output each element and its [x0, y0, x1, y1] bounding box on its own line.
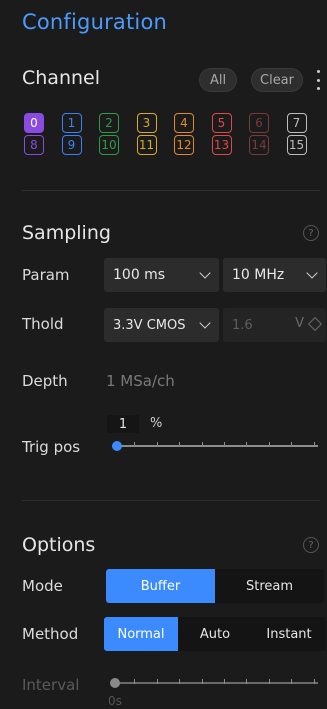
slider-tick [157, 679, 158, 684]
method-segmented-control: Normal Auto Instant [104, 617, 326, 651]
slider-tick [179, 442, 180, 447]
trigger-position-input[interactable]: 1 [107, 415, 139, 433]
slider-tick [246, 442, 247, 447]
clear-button[interactable]: Clear [251, 68, 303, 92]
trigger-position-unit: % [150, 416, 163, 431]
option-buffer[interactable]: Buffer [106, 569, 215, 603]
slider-tick [202, 679, 203, 684]
channel-chip-7[interactable]: 7 [286, 113, 307, 133]
option-instant[interactable]: Instant [252, 617, 326, 651]
duration-value: 100 ms [113, 267, 166, 283]
sampling-section-title: Sampling [22, 222, 111, 244]
interval-slider[interactable] [110, 677, 318, 689]
select-all-button[interactable]: All [199, 68, 237, 92]
slider-tick [314, 679, 315, 684]
slider-tick [269, 442, 270, 447]
depth-value: 1 MSa/ch [106, 372, 175, 390]
channel-chip-8[interactable]: 8 [24, 135, 44, 155]
chevron-down-icon [199, 267, 211, 279]
channel-chip-9[interactable]: 9 [61, 135, 82, 155]
divider [22, 190, 320, 191]
duration-select[interactable]: 100 ms [104, 258, 219, 292]
slider-tick [134, 442, 135, 447]
more-options-icon[interactable] [314, 70, 322, 90]
slider-handle[interactable] [110, 678, 120, 688]
threshold-voltage-input[interactable]: 1.6 V [223, 308, 326, 342]
slider-handle[interactable] [112, 441, 123, 451]
options-section-title: Options [22, 534, 96, 556]
threshold-unit: V [295, 316, 304, 331]
option-auto[interactable]: Auto [178, 617, 252, 651]
channel-chip-11[interactable]: 11 [136, 135, 157, 155]
slider-tick [202, 442, 203, 447]
channel-chip-15[interactable]: 15 [286, 135, 307, 155]
help-icon[interactable]: ? [303, 537, 319, 553]
option-normal[interactable]: Normal [104, 617, 178, 651]
slider-tick [224, 679, 225, 684]
slider-tick [179, 679, 180, 684]
channel-chip-0[interactable]: 0 [24, 113, 44, 133]
channel-section-title: Channel [22, 67, 101, 89]
channel-chip-13[interactable]: 13 [211, 135, 232, 155]
slider-tick [314, 442, 315, 447]
chevron-down-icon [306, 267, 318, 279]
option-stream[interactable]: Stream [215, 569, 324, 603]
interval-label: Interval [22, 676, 80, 694]
slider-track [112, 445, 318, 447]
slider-tick [291, 679, 292, 684]
channel-chip-2[interactable]: 2 [99, 113, 119, 133]
interval-tick-label: 0s [108, 694, 122, 708]
param-label: Param [22, 266, 70, 284]
threshold-voltage-value: 1.6 [232, 317, 253, 333]
channel-chip-12[interactable]: 12 [174, 135, 194, 155]
channel-chip-3[interactable]: 3 [136, 113, 157, 133]
sample-rate-select[interactable]: 10 MHz [223, 258, 326, 292]
channel-chip-1[interactable]: 1 [61, 113, 82, 133]
slider-tick [246, 679, 247, 684]
mode-segmented-control: Buffer Stream [106, 569, 324, 603]
channel-chip-14[interactable]: 14 [249, 135, 269, 155]
slider-tick [269, 679, 270, 684]
slider-tick [224, 442, 225, 447]
thold-label: Thold [22, 315, 64, 333]
trigger-position-slider[interactable] [112, 440, 318, 452]
chevron-down-icon [199, 317, 211, 329]
threshold-select[interactable]: 3.3V CMOS [104, 308, 219, 342]
slider-tick [291, 442, 292, 447]
trig-pos-label: Trig pos [22, 438, 81, 456]
method-label: Method [22, 625, 79, 643]
channel-chip-5[interactable]: 5 [211, 113, 232, 133]
sample-rate-value: 10 MHz [232, 267, 285, 283]
slider-tick [157, 442, 158, 447]
help-icon[interactable]: ? [303, 225, 319, 241]
depth-label: Depth [22, 372, 68, 390]
threshold-value: 3.3V CMOS [113, 317, 186, 333]
channel-chip-10[interactable]: 10 [99, 135, 119, 155]
mode-label: Mode [22, 577, 63, 595]
slider-tick [134, 679, 135, 684]
stepper-icon[interactable] [307, 316, 323, 332]
channel-chip-4[interactable]: 4 [174, 113, 194, 133]
channel-chip-6[interactable]: 6 [249, 113, 269, 133]
slider-track [112, 682, 318, 684]
page-title: Configuration [22, 10, 168, 34]
divider [22, 500, 320, 501]
